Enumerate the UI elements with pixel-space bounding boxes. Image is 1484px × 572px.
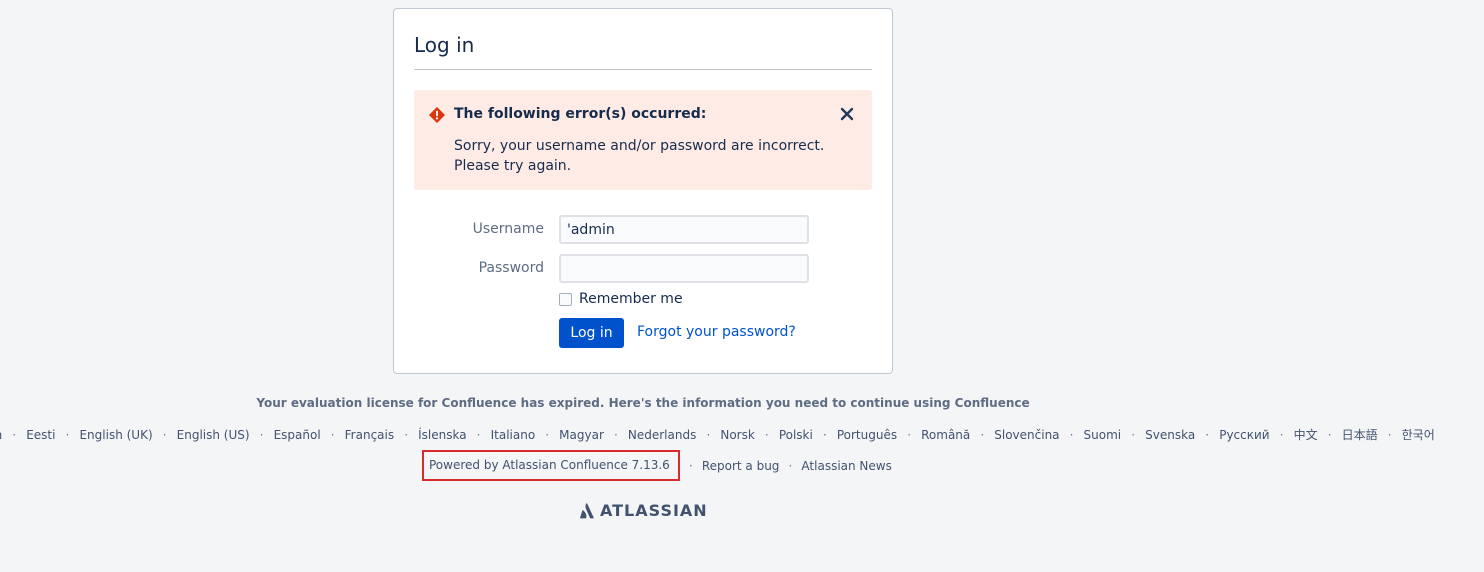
report-bug-link[interactable]: Report a bug bbox=[702, 459, 780, 473]
separator: · bbox=[706, 427, 711, 442]
error-body: Sorry, your username and/or password are… bbox=[454, 136, 834, 176]
atlassian-logo-icon bbox=[580, 502, 594, 518]
separator: · bbox=[259, 427, 264, 442]
separator: · bbox=[1131, 427, 1136, 442]
login-button[interactable]: Log in bbox=[559, 318, 624, 348]
language-link[interactable]: Español bbox=[274, 428, 321, 442]
username-field[interactable] bbox=[559, 215, 809, 244]
separator: · bbox=[404, 427, 409, 442]
language-link[interactable]: Polski bbox=[779, 428, 813, 442]
separator: · bbox=[545, 427, 550, 442]
language-link[interactable]: English (UK) bbox=[79, 428, 152, 442]
remember-me[interactable]: Remember me bbox=[559, 291, 683, 307]
username-label: Username bbox=[472, 221, 544, 237]
separator: · bbox=[1279, 427, 1284, 442]
language-link[interactable]: Íslenska bbox=[418, 428, 466, 442]
footer-links: Powered by Atlassian Confluence 7.13.6 ·… bbox=[422, 450, 892, 481]
language-link[interactable]: Svenska bbox=[1145, 428, 1195, 442]
language-link[interactable]: 日本語 bbox=[1342, 426, 1378, 443]
separator: · bbox=[1387, 427, 1392, 442]
separator: · bbox=[764, 427, 769, 442]
login-card: Log in The following error(s) occurred: … bbox=[393, 8, 893, 374]
language-link[interactable]: Français bbox=[345, 428, 394, 442]
error-icon bbox=[429, 107, 445, 123]
forgot-password-link[interactable]: Forgot your password? bbox=[637, 324, 796, 340]
language-link[interactable]: Română bbox=[921, 428, 970, 442]
separator: · bbox=[1069, 427, 1074, 442]
language-link[interactable]: Slovenčina bbox=[994, 428, 1059, 442]
language-link[interactable]: Eesti bbox=[26, 428, 55, 442]
separator: · bbox=[822, 427, 827, 442]
language-link[interactable]: Norsk bbox=[720, 428, 754, 442]
remember-me-checkbox[interactable] bbox=[559, 292, 572, 306]
language-link[interactable]: 한국어 bbox=[1402, 426, 1435, 443]
separator: · bbox=[476, 427, 481, 442]
separator: · bbox=[65, 427, 70, 442]
language-list: ch· Eesti· English (UK)· English (US)· E… bbox=[0, 426, 1435, 443]
language-link[interactable]: Suomi bbox=[1084, 428, 1122, 442]
language-link[interactable]: Nederlands bbox=[628, 428, 696, 442]
error-heading: The following error(s) occurred: bbox=[454, 106, 707, 122]
powered-by-link[interactable]: Powered by Atlassian Confluence 7.13.6 bbox=[422, 450, 680, 481]
language-link[interactable]: 中文 bbox=[1294, 426, 1318, 443]
separator: · bbox=[162, 427, 167, 442]
separator: · bbox=[330, 427, 335, 442]
close-icon[interactable] bbox=[838, 105, 856, 123]
separator: · bbox=[688, 458, 693, 473]
password-field[interactable] bbox=[559, 254, 809, 283]
error-line: Please try again. bbox=[454, 158, 572, 174]
separator: · bbox=[788, 458, 793, 473]
language-link[interactable]: Português bbox=[837, 428, 897, 442]
separator: · bbox=[980, 427, 985, 442]
separator: · bbox=[1327, 427, 1332, 442]
password-label: Password bbox=[478, 260, 544, 276]
page-title: Log in bbox=[414, 9, 872, 70]
license-notice: Your evaluation license for Confluence h… bbox=[256, 396, 1030, 410]
language-link[interactable]: Magyar bbox=[559, 428, 604, 442]
separator: · bbox=[613, 427, 618, 442]
separator: · bbox=[1205, 427, 1210, 442]
atlassian-logo[interactable]: ATLASSIAN bbox=[580, 501, 708, 520]
language-link[interactable]: English (US) bbox=[177, 428, 250, 442]
brand-wordmark: ATLASSIAN bbox=[600, 501, 708, 520]
remember-me-label: Remember me bbox=[579, 291, 683, 307]
separator: · bbox=[12, 427, 17, 442]
separator: · bbox=[907, 427, 912, 442]
error-message: The following error(s) occurred: Sorry, … bbox=[414, 90, 872, 190]
language-link[interactable]: Italiano bbox=[491, 428, 536, 442]
language-link[interactable]: Русский bbox=[1219, 428, 1269, 442]
error-line: Sorry, your username and/or password are… bbox=[454, 138, 825, 154]
atlassian-news-link[interactable]: Atlassian News bbox=[801, 459, 891, 473]
